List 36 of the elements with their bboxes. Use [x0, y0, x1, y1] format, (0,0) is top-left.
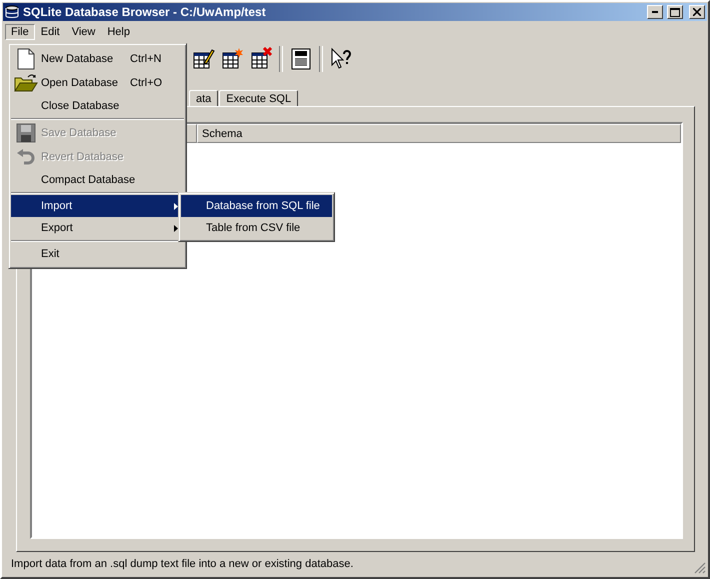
submenu-arrow-icon	[174, 202, 178, 210]
table-cross-icon[interactable]	[249, 47, 273, 71]
new-document-icon	[17, 48, 35, 70]
status-text: Import data from an .sql dump text file into a new or existing database.	[11, 558, 354, 570]
minimize-button[interactable]	[647, 5, 663, 19]
submenu-arrow-icon	[174, 224, 178, 232]
tab[interactable]: Execute SQL	[219, 90, 298, 106]
menu-item[interactable]: Exit	[11, 243, 184, 265]
menu-item[interactable]: View	[66, 24, 102, 40]
close-icon	[693, 8, 701, 16]
pointer-help-icon[interactable]	[329, 47, 353, 71]
menu-item[interactable]: Table from CSV file	[181, 217, 332, 239]
menu-item[interactable]: Open Database Ctrl+O	[11, 71, 184, 95]
menu-item[interactable]: Edit	[34, 24, 66, 40]
menu-item[interactable]: Close Database	[11, 95, 184, 117]
menu-item: Save Database	[11, 121, 184, 145]
menu-item[interactable]: New Database Ctrl+N	[11, 47, 184, 71]
menu-item[interactable]: Help	[101, 24, 136, 40]
maximize-button[interactable]	[667, 5, 683, 19]
log-document-icon[interactable]	[291, 48, 311, 70]
window-title: SQLite Database Browser - C:/UwAmp/test	[23, 5, 267, 19]
resize-grip-icon	[694, 562, 706, 574]
menu-item[interactable]: Compact Database	[11, 169, 184, 191]
menu-item[interactable]: File	[5, 24, 35, 40]
table-star-icon[interactable]	[220, 47, 244, 71]
column-header: Schema	[197, 124, 681, 143]
maximize-icon	[670, 8, 680, 16]
table-pencil-icon[interactable]	[191, 47, 215, 71]
menu-item[interactable]: Database from SQL file	[181, 195, 332, 217]
close-button[interactable]	[689, 5, 705, 19]
undo-arrow-icon	[16, 149, 36, 165]
menu-item: Revert Database	[11, 145, 184, 169]
minimize-icon	[652, 11, 658, 13]
database-icon	[5, 5, 19, 19]
open-folder-icon	[14, 73, 38, 93]
tab[interactable]: ata	[189, 90, 218, 106]
